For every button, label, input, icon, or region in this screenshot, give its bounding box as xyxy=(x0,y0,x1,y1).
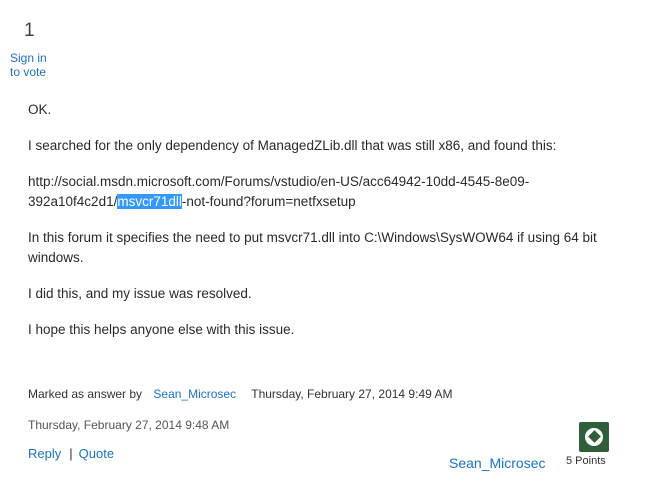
marked-by-user-link[interactable]: Sean_Microsec xyxy=(153,387,236,401)
marked-label: Marked as answer by xyxy=(28,387,143,401)
marked-as-answer: Marked as answer by Sean_Microsec Thursd… xyxy=(28,387,452,401)
post-paragraph: I hope this helps anyone else with this … xyxy=(28,322,295,337)
avatar-icon[interactable] xyxy=(579,422,609,452)
action-separator: | xyxy=(69,446,73,461)
reply-link[interactable]: Reply xyxy=(28,446,61,461)
post-paragraph: In this forum it specifies the need to p… xyxy=(28,230,597,265)
author-points: 5 Points xyxy=(566,455,606,467)
post-paragraph: OK. xyxy=(28,102,52,117)
post-actions: Reply | Quote xyxy=(28,446,114,461)
sign-in-to-vote-link[interactable]: Sign in to vote xyxy=(10,51,54,79)
post-timestamp: Thursday, February 27, 2014 9:48 AM xyxy=(28,418,230,432)
post-url-paragraph: http://social.msdn.microsoft.com/Forums/… xyxy=(28,172,618,212)
selected-text: msvcr71dll xyxy=(117,194,182,209)
vote-count: 1 xyxy=(24,20,35,41)
url-text-part2: -not-found?forum=netfxsetup xyxy=(181,194,356,209)
marked-date: Thursday, February 27, 2014 9:49 AM xyxy=(251,387,453,401)
post-paragraph: I did this, and my issue was resolved. xyxy=(28,286,252,301)
author-name-link[interactable]: Sean_Microsec xyxy=(449,455,546,471)
post-paragraph: I searched for the only dependency of Ma… xyxy=(28,138,557,153)
post-body: OK. I searched for the only dependency o… xyxy=(28,100,618,356)
quote-link[interactable]: Quote xyxy=(79,446,114,461)
